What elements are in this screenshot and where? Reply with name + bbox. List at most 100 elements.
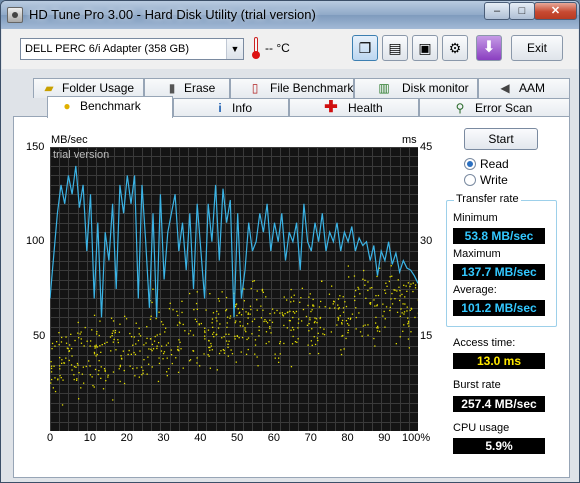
read-radio[interactable] <box>464 158 476 170</box>
access-time-point <box>209 349 211 351</box>
access-time-point <box>125 318 128 320</box>
access-time-point <box>105 380 107 382</box>
tab-info[interactable]: i Info <box>173 98 289 118</box>
download-button[interactable]: ⬇ <box>476 35 502 61</box>
close-button[interactable]: ✕ <box>534 2 577 20</box>
access-time-point <box>370 302 372 304</box>
access-time-point <box>385 306 388 308</box>
clipboard-icon: ▤ <box>388 40 402 56</box>
access-time-point <box>412 290 414 293</box>
access-time-point <box>271 308 274 310</box>
access-time-point <box>339 295 341 297</box>
access-time-point <box>399 295 401 297</box>
access-time-point <box>120 357 123 359</box>
tab-aam[interactable]: ◀ AAM <box>478 78 570 98</box>
tab-health[interactable]: ✚ Health <box>289 98 419 118</box>
access-time-point <box>340 349 342 351</box>
access-time-point <box>61 336 63 339</box>
access-time-point <box>260 305 262 307</box>
access-time-point <box>101 344 103 346</box>
temperature-readout: -- °C <box>265 41 290 55</box>
access-time-point <box>156 345 158 347</box>
tab-benchmark[interactable]: ● Benchmark <box>47 96 173 118</box>
access-time-point <box>104 342 106 345</box>
access-time-point <box>151 343 153 346</box>
access-time-point <box>209 293 211 295</box>
x-tick-label: 40 <box>194 432 207 444</box>
access-time-point <box>340 353 343 356</box>
access-time-point <box>365 297 367 299</box>
access-time-point <box>78 398 80 400</box>
access-time-point <box>213 336 215 338</box>
access-time-point <box>296 341 298 343</box>
access-time-value: 13.0 ms <box>453 353 545 369</box>
gears-icon: ⚙ <box>448 40 462 56</box>
access-time-point <box>158 311 160 313</box>
tab-folder-usage[interactable]: ▰ Folder Usage <box>33 78 144 98</box>
tab-erase[interactable]: ▮ Erase <box>144 78 230 98</box>
access-time-point <box>107 376 109 378</box>
access-time-point <box>391 292 393 295</box>
average-value: 101.2 MB/sec <box>453 300 545 316</box>
access-time-point <box>61 404 64 406</box>
access-time-point <box>134 375 136 377</box>
access-time-point <box>193 309 195 311</box>
access-time-point <box>401 312 403 314</box>
access-time-point <box>188 333 190 335</box>
access-time-point <box>345 320 348 322</box>
access-time-point <box>162 352 165 355</box>
access-time-point <box>369 287 371 289</box>
access-time-point <box>331 285 333 287</box>
access-time-point <box>395 343 397 345</box>
access-time-point <box>76 378 78 380</box>
access-time-label: Access time: <box>453 337 516 349</box>
copy-screenshot-button[interactable]: ▤ <box>382 35 408 61</box>
start-button[interactable]: Start <box>464 128 538 150</box>
access-time-point <box>91 329 93 331</box>
drive-select[interactable]: DELL PERC 6/i Adapter (358 GB) ▼ <box>20 38 244 60</box>
access-time-point <box>322 333 324 335</box>
access-time-point <box>196 291 198 293</box>
chevron-down-icon[interactable]: ▼ <box>226 39 243 59</box>
access-time-point <box>399 336 401 338</box>
access-time-point <box>244 327 246 329</box>
access-time-point <box>287 311 289 313</box>
tab-disk-monitor[interactable]: ▥ Disk monitor <box>354 78 478 98</box>
access-time-point <box>107 374 109 376</box>
access-time-point <box>249 305 252 307</box>
minimize-button[interactable]: – <box>484 2 510 20</box>
speaker-icon: ◀ <box>500 81 510 95</box>
access-time-point <box>76 362 79 365</box>
maximize-button[interactable]: □ <box>509 2 535 20</box>
write-radio[interactable] <box>464 174 476 186</box>
access-time-point <box>188 360 191 362</box>
access-time-point <box>117 339 119 341</box>
access-time-point <box>81 373 83 375</box>
copy-text-button[interactable]: ❐ <box>352 35 378 61</box>
access-time-point <box>271 321 274 323</box>
exit-button[interactable]: Exit <box>511 35 563 61</box>
tab-error-scan[interactable]: ⚲ Error Scan <box>419 98 570 118</box>
access-time-point <box>180 348 182 350</box>
health-cross-icon: ✚ <box>324 99 338 116</box>
access-time-point <box>406 310 408 312</box>
save-button[interactable]: ▣ <box>412 35 438 61</box>
access-time-point <box>211 318 214 320</box>
access-time-point <box>110 350 112 352</box>
access-time-point <box>182 323 184 326</box>
access-time-point <box>300 297 302 299</box>
right-tick-15: 15 <box>420 330 433 342</box>
options-button[interactable]: ⚙ <box>442 35 468 61</box>
tab-file-benchmark[interactable]: ▯ File Benchmark <box>230 78 354 98</box>
access-time-point <box>274 353 276 355</box>
access-time-point <box>309 317 311 319</box>
title-bar[interactable]: HD Tune Pro 3.00 - Hard Disk Utility (tr… <box>1 1 579 29</box>
access-time-point <box>92 384 94 387</box>
burst-rate-label: Burst rate <box>453 379 501 391</box>
access-time-point <box>290 296 293 298</box>
maximum-label: Maximum <box>453 248 501 260</box>
access-time-point <box>286 327 288 329</box>
access-time-point <box>157 380 160 383</box>
access-time-point <box>198 323 200 325</box>
read-label: Read <box>480 157 509 171</box>
